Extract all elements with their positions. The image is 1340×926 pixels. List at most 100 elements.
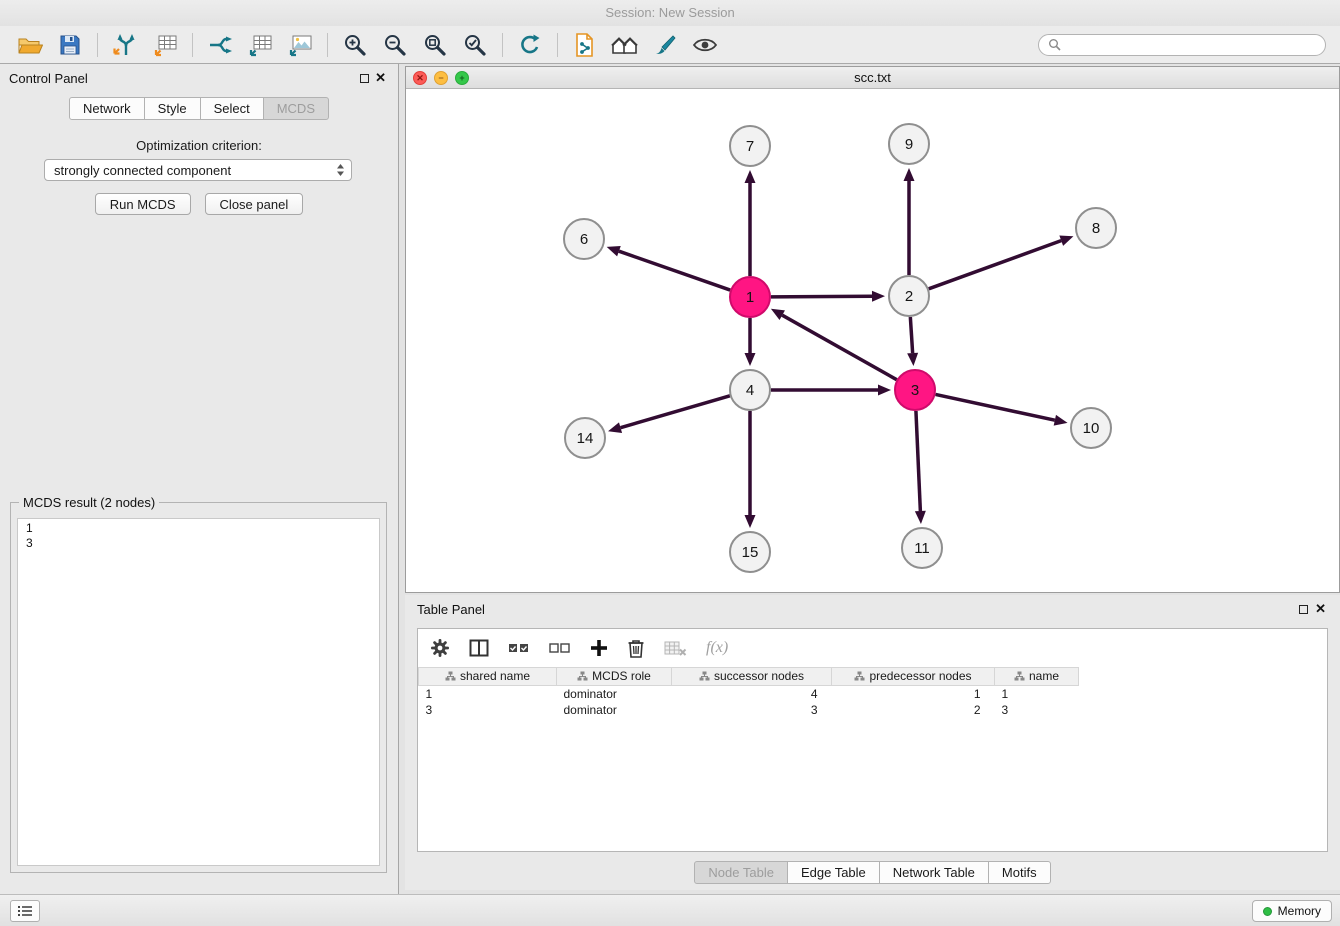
search-input[interactable] bbox=[1067, 37, 1316, 52]
gear-icon bbox=[430, 638, 450, 658]
graph-node-7[interactable]: 7 bbox=[730, 126, 770, 166]
svg-text:9: 9 bbox=[905, 136, 913, 153]
zoom-selected-icon bbox=[463, 33, 487, 57]
column-header-predecessor-nodes[interactable]: predecessor nodes bbox=[832, 668, 995, 686]
tab-style[interactable]: Style bbox=[144, 97, 201, 120]
column-header-mcds-role[interactable]: MCDS role bbox=[557, 668, 672, 686]
network-window-titlebar[interactable]: ✕ − + scc.txt bbox=[406, 67, 1339, 89]
close-panel-icon[interactable]: ✕ bbox=[375, 70, 386, 86]
style-brush-button[interactable] bbox=[645, 29, 685, 61]
column-header-name[interactable]: name bbox=[995, 668, 1079, 686]
node-table-row[interactable]: 1dominator411 bbox=[419, 686, 1079, 702]
tab-select[interactable]: Select bbox=[200, 97, 264, 120]
memory-status-icon bbox=[1263, 907, 1272, 916]
save-icon bbox=[59, 34, 81, 56]
column-header-shared-name[interactable]: shared name bbox=[419, 668, 557, 686]
apply-layout-button[interactable] bbox=[510, 29, 550, 61]
toolbar-separator bbox=[557, 33, 558, 57]
network-window: ✕ − + scc.txt 7 9 6 8 1 2 4 3 14 10 15 11 bbox=[405, 66, 1340, 593]
zoom-out-button[interactable] bbox=[375, 29, 415, 61]
deselect-all-icon bbox=[549, 640, 571, 656]
tab-mcds[interactable]: MCDS bbox=[263, 97, 329, 120]
memory-label: Memory bbox=[1278, 904, 1321, 918]
graph-edge-4-14[interactable] bbox=[621, 396, 730, 428]
graph-node-10[interactable]: 10 bbox=[1071, 408, 1111, 448]
show-columns-button[interactable] bbox=[469, 639, 489, 657]
delete-table-button bbox=[664, 640, 687, 656]
graph-edge-1-2[interactable] bbox=[771, 296, 872, 297]
criterion-dropdown[interactable]: strongly connected component bbox=[44, 159, 352, 181]
close-panel-button[interactable]: Close panel bbox=[205, 193, 304, 215]
home-button[interactable] bbox=[605, 29, 645, 61]
graph-node-3[interactable]: 3 bbox=[895, 370, 935, 410]
column-type-icon bbox=[1014, 670, 1025, 684]
import-table-button[interactable] bbox=[145, 29, 185, 61]
table-panel: Table Panel ✕ bbox=[405, 595, 1340, 890]
network-canvas[interactable]: 7 9 6 8 1 2 4 3 14 10 15 11 bbox=[406, 89, 1339, 592]
graph-node-1[interactable]: 1 bbox=[730, 277, 770, 317]
search-field[interactable] bbox=[1038, 34, 1326, 56]
column-type-icon bbox=[854, 670, 865, 684]
tab-network[interactable]: Network bbox=[69, 97, 145, 120]
graph-node-11[interactable]: 11 bbox=[902, 528, 942, 568]
memory-button[interactable]: Memory bbox=[1252, 900, 1332, 922]
main-toolbar bbox=[0, 26, 1340, 64]
network-document-button[interactable] bbox=[565, 29, 605, 61]
float-table-panel-icon[interactable] bbox=[1299, 605, 1308, 614]
graph-edge-1-6[interactable] bbox=[619, 251, 730, 290]
tab-motifs[interactable]: Motifs bbox=[988, 861, 1051, 884]
graph-edge-3-1[interactable] bbox=[782, 315, 896, 380]
function-builder-button: f(x) bbox=[706, 639, 728, 657]
run-mcds-button[interactable]: Run MCDS bbox=[95, 193, 191, 215]
tab-node-table[interactable]: Node Table bbox=[694, 861, 788, 884]
tab-network-table[interactable]: Network Table bbox=[879, 861, 989, 884]
graphics-details-button[interactable] bbox=[685, 29, 725, 61]
close-window-icon[interactable]: ✕ bbox=[413, 71, 427, 85]
zoom-in-button[interactable] bbox=[335, 29, 375, 61]
column-type-icon bbox=[577, 670, 588, 684]
add-column-button[interactable] bbox=[590, 639, 608, 657]
float-panel-icon[interactable] bbox=[360, 74, 369, 83]
table-settings-button[interactable] bbox=[430, 638, 450, 658]
select-all-icon bbox=[508, 640, 530, 656]
graph-node-6[interactable]: 6 bbox=[564, 219, 604, 259]
task-history-button[interactable] bbox=[10, 900, 40, 922]
optimization-criterion-label: Optimization criterion: bbox=[0, 138, 398, 153]
save-session-button[interactable] bbox=[50, 29, 90, 61]
search-icon bbox=[1048, 38, 1061, 51]
table-panel-header: Table Panel ✕ bbox=[405, 595, 1340, 625]
maximize-window-icon[interactable]: + bbox=[455, 71, 469, 85]
graph-node-14[interactable]: 14 bbox=[565, 418, 605, 458]
zoom-selected-button[interactable] bbox=[455, 29, 495, 61]
mcds-result-text[interactable]: 1 3 bbox=[17, 518, 380, 866]
graph-edge-3-11[interactable] bbox=[916, 411, 920, 511]
graph-edge-2-8[interactable] bbox=[929, 241, 1061, 289]
svg-text:8: 8 bbox=[1092, 220, 1100, 237]
svg-text:14: 14 bbox=[577, 430, 594, 447]
node-table-row[interactable]: 3dominator323 bbox=[419, 702, 1079, 718]
delete-column-button[interactable] bbox=[627, 638, 645, 658]
select-all-button[interactable] bbox=[508, 640, 530, 656]
graph-node-9[interactable]: 9 bbox=[889, 124, 929, 164]
graph-edge-arrowhead bbox=[745, 515, 756, 528]
graph-node-2[interactable]: 2 bbox=[889, 276, 929, 316]
graph-node-4[interactable]: 4 bbox=[730, 370, 770, 410]
new-network-button[interactable] bbox=[200, 29, 240, 61]
export-table-button[interactable] bbox=[240, 29, 280, 61]
node-table-header-row: shared name MCDS role successor nodes pr… bbox=[419, 668, 1079, 686]
open-session-button[interactable] bbox=[10, 29, 50, 61]
close-table-panel-icon[interactable]: ✕ bbox=[1315, 601, 1326, 617]
export-image-button[interactable] bbox=[280, 29, 320, 61]
tab-edge-table[interactable]: Edge Table bbox=[787, 861, 880, 884]
minimize-window-icon[interactable]: − bbox=[434, 71, 448, 85]
import-network-button[interactable] bbox=[105, 29, 145, 61]
graph-edge-2-3[interactable] bbox=[910, 317, 912, 353]
graph-edge-3-10[interactable] bbox=[936, 394, 1055, 420]
deselect-all-button[interactable] bbox=[549, 640, 571, 656]
graph-node-8[interactable]: 8 bbox=[1076, 208, 1116, 248]
mcds-result-group: MCDS result (2 nodes) 1 3 bbox=[10, 495, 387, 873]
graph-node-15[interactable]: 15 bbox=[730, 532, 770, 572]
column-header-successor-nodes[interactable]: successor nodes bbox=[672, 668, 832, 686]
zoom-fit-button[interactable] bbox=[415, 29, 455, 61]
network-graph[interactable]: 7 9 6 8 1 2 4 3 14 10 15 11 bbox=[406, 89, 1339, 592]
